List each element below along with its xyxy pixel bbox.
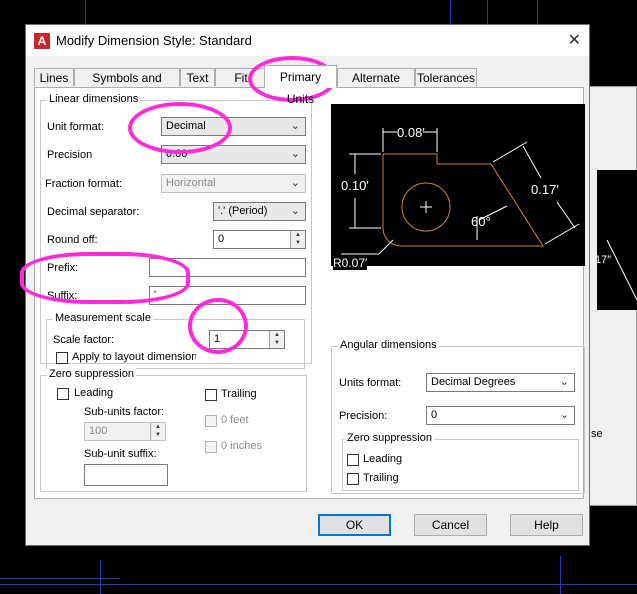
angular-trailing-checkbox[interactable]	[347, 473, 359, 485]
background-dim-lines	[606, 239, 637, 301]
angular-trailing-label: Trailing	[363, 472, 399, 484]
tab-text[interactable]: Text	[180, 68, 215, 86]
scale-factor-label: Scale factor:	[53, 334, 115, 346]
sub-unit-suffix-label: Sub-unit suffix:	[84, 448, 157, 460]
chevron-down-icon: ⌄	[559, 409, 569, 421]
help-button[interactable]: Help	[510, 514, 583, 536]
chevron-down-icon: ⌄	[559, 376, 569, 388]
tab-tolerances[interactable]: Tolerances	[415, 68, 477, 86]
angular-units-format-value: Decimal Degrees	[431, 376, 516, 388]
angular-precision-label: Precision:	[339, 410, 388, 422]
measurement-scale-title: Measurement scale	[53, 312, 153, 324]
dimension-preview: 0.08′ 0.10′ 0.17′ 60° R0.07′	[331, 104, 585, 270]
title-bar[interactable]: A Modify Dimension Style: Standard ✕	[26, 25, 589, 56]
decimal-separator-value: '.' (Period)	[218, 205, 268, 217]
trailing-label: Trailing	[221, 388, 257, 400]
angular-precision-select[interactable]: 0 ⌄	[426, 406, 575, 425]
cad-line	[100, 560, 101, 594]
angular-dimensions-group: Angular dimensions Units format: Decimal…	[331, 339, 585, 494]
sub-units-factor-label: Sub-units factor:	[84, 406, 165, 418]
decimal-separator-select[interactable]: '.' (Period) ⌄	[213, 202, 306, 221]
cad-line	[0, 578, 120, 579]
zero-inches-checkbox[interactable]	[205, 441, 217, 453]
fraction-format-select[interactable]: Horizontal ⌄	[161, 174, 306, 193]
background-preview: 17″	[595, 170, 637, 310]
angular-zero-suppression-title: Zero suppression	[345, 432, 434, 444]
preview-dim-top: 0.08′	[397, 125, 425, 140]
cad-line	[0, 584, 637, 585]
sub-unit-suffix-input[interactable]	[84, 464, 168, 486]
leading-checkbox[interactable]	[57, 388, 69, 400]
spinner-arrows-icon[interactable]: ▲ ▼	[290, 231, 305, 248]
measurement-scale-group: Measurement scale Scale factor: 1 ▲ ▼ Appl…	[46, 312, 305, 369]
cad-line	[85, 0, 86, 24]
fraction-format-value: Horizontal	[166, 177, 216, 189]
apply-to-layout-label: Apply to layout dimensions only	[72, 351, 196, 363]
angular-zero-suppression-group: Zero suppression Leading Trailing	[342, 432, 579, 491]
precision-label: Precision	[47, 149, 93, 161]
tab-primary-units[interactable]: Primary Units	[264, 65, 337, 106]
zero-feet-checkbox[interactable]	[205, 415, 217, 427]
chevron-down-icon: ⌄	[290, 120, 300, 132]
cad-line	[487, 0, 488, 24]
chevron-down-icon: ⌄	[290, 205, 300, 217]
cad-line	[450, 0, 451, 24]
decimal-separator-label: Decimal separator:	[47, 206, 140, 218]
angular-dimensions-title: Angular dimensions	[338, 339, 439, 351]
unit-format-label: Unit format:	[47, 121, 104, 133]
angular-leading-label: Leading	[363, 453, 403, 465]
preview-dim-angle: 60°	[471, 214, 491, 229]
fraction-format-label: Fraction format:	[45, 178, 123, 190]
chevron-down-icon: ⌄	[290, 148, 300, 160]
preview-dim-left: 0.10′	[341, 178, 369, 193]
zero-inches-label: 0 inches	[221, 440, 262, 452]
round-off-label: Round off:	[47, 234, 98, 246]
tab-lines[interactable]: Lines	[34, 68, 74, 86]
angular-precision-value: 0	[431, 409, 438, 421]
annotation-circle-suffix	[20, 252, 190, 304]
preview-dim-radius: R0.07′	[333, 256, 368, 270]
trailing-checkbox[interactable]	[205, 389, 217, 401]
autocad-app-icon: A	[34, 33, 50, 49]
annotation-circle-unit-format	[128, 102, 232, 154]
apply-to-layout-checkbox[interactable]	[56, 352, 68, 364]
background-button-fragment[interactable]: se	[591, 428, 603, 440]
round-off-value: 0	[218, 233, 225, 245]
annotation-circle-scale-factor	[188, 298, 248, 354]
ok-button[interactable]: OK	[318, 514, 391, 536]
spinner-arrows-icon[interactable]: ▲ ▼	[150, 423, 165, 440]
sub-units-factor-input[interactable]: 100 ▲ ▼	[84, 422, 166, 441]
zero-suppression-title: Zero suppression	[47, 368, 136, 380]
zero-feet-label: 0 feet	[221, 414, 249, 426]
cad-line	[537, 0, 538, 24]
cancel-button[interactable]: Cancel	[414, 514, 487, 536]
preview-dim-right: 0.17′	[531, 182, 559, 197]
sub-units-factor-value: 100	[89, 425, 108, 437]
tab-symbols-and-arrows[interactable]: Symbols and Arrows	[74, 68, 180, 103]
angular-leading-checkbox[interactable]	[347, 454, 359, 466]
dialog-title: Modify Dimension Style: Standard	[56, 33, 252, 48]
units-format-label: Units format:	[339, 377, 402, 389]
cad-line	[560, 556, 561, 594]
chevron-down-icon: ⌄	[290, 177, 300, 189]
spinner-arrows-icon[interactable]: ▲ ▼	[269, 331, 284, 348]
tab-alternate-units[interactable]: Alternate Units	[337, 68, 415, 103]
zero-suppression-group: Zero suppression Leading Sub-units facto…	[40, 368, 307, 492]
round-off-input[interactable]: 0 ▲ ▼	[213, 230, 306, 249]
leading-label: Leading	[74, 387, 114, 399]
close-icon[interactable]: ✕	[568, 30, 581, 50]
linear-dimensions-title: Linear dimensions	[47, 93, 141, 105]
angular-units-format-select[interactable]: Decimal Degrees ⌄	[426, 373, 575, 392]
